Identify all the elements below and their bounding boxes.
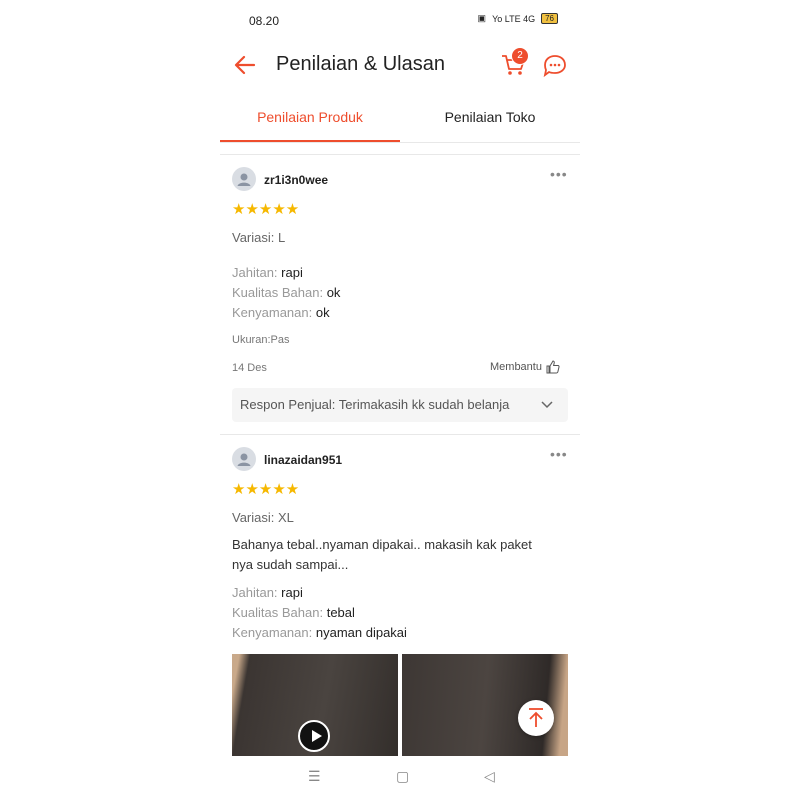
chevron-down-icon [541,401,553,409]
username: linazaidan951 [264,453,343,467]
divider [220,154,580,155]
tab-product-rating[interactable]: Penilaian Produk [220,100,400,142]
user-icon [237,453,251,466]
signal-icon: Yo LTE 4G [492,13,536,24]
arrow-up-icon [529,708,543,727]
play-icon[interactable] [298,720,330,752]
review-comment-line: nya sudah sampai... [232,557,349,572]
divider [220,434,580,435]
chat-icon[interactable] [542,53,568,79]
system-nav-bar: ☰ ▢ ◁ [220,766,580,790]
review-tabs: Penilaian Produk Penilaian Toko [220,100,580,143]
helpful-label: Membantu [490,361,542,373]
more-options-icon[interactable]: ••• [550,446,568,462]
app-header: Penilaian & Ulasan 2 [220,40,580,88]
app-screen: 08.20 ▣ Yo LTE 4G 76 Penilaian & Ulasan … [220,0,580,800]
attribute-material: Kualitas Bahan: ok [232,285,341,300]
variation: Variasi: L [232,230,286,245]
star-rating: ★★★★★ [232,201,300,218]
star-rating: ★★★★★ [232,481,300,498]
username: zr1i3n0wee [264,173,329,187]
attribute-material: Kualitas Bahan: tebal [232,605,355,620]
seller-response[interactable]: Respon Penjual: Terimakasih kk sudah bel… [232,388,568,422]
back-arrow-icon[interactable] [232,52,258,78]
seller-response-text: Respon Penjual: Terimakasih kk sudah bel… [240,397,510,412]
variation: Variasi: XL [232,510,294,525]
review-comment-line: Bahanya tebal..nyaman dipakai.. makasih … [232,537,532,552]
size-note: Ukuran:Pas [232,334,290,346]
attribute-stitching: Jahitan: rapi [232,585,303,600]
status-icons: ▣ Yo LTE 4G 76 [478,13,558,24]
attribute-stitching: Jahitan: rapi [232,265,303,280]
cart-badge: 2 [511,47,529,65]
review-date: 14 Des [232,362,267,374]
menu-icon[interactable]: ☰ [308,768,321,785]
attribute-comfort: Kenyamanan: ok [232,305,330,320]
nfc-icon: ▣ [477,13,487,23]
battery-icon: 76 [541,13,558,24]
helpful-button[interactable]: Membantu [490,360,560,374]
scroll-to-top-button[interactable] [518,700,554,736]
avatar[interactable] [232,167,256,191]
more-options-icon[interactable]: ••• [550,166,568,182]
page-title: Penilaian & Ulasan [276,53,445,75]
attribute-comfort: Kenyamanan: nyaman dipakai [232,625,407,640]
home-icon[interactable]: ▢ [396,768,409,785]
status-time: 08.20 [249,14,280,28]
avatar[interactable] [232,447,256,471]
thumbs-up-icon [546,360,560,374]
tab-shop-rating[interactable]: Penilaian Toko [400,100,580,140]
back-nav-icon[interactable]: ◁ [484,768,495,785]
status-bar: 08.20 ▣ Yo LTE 4G 76 [220,10,580,30]
review-video-thumbnail[interactable] [232,654,398,756]
user-icon [237,173,251,186]
